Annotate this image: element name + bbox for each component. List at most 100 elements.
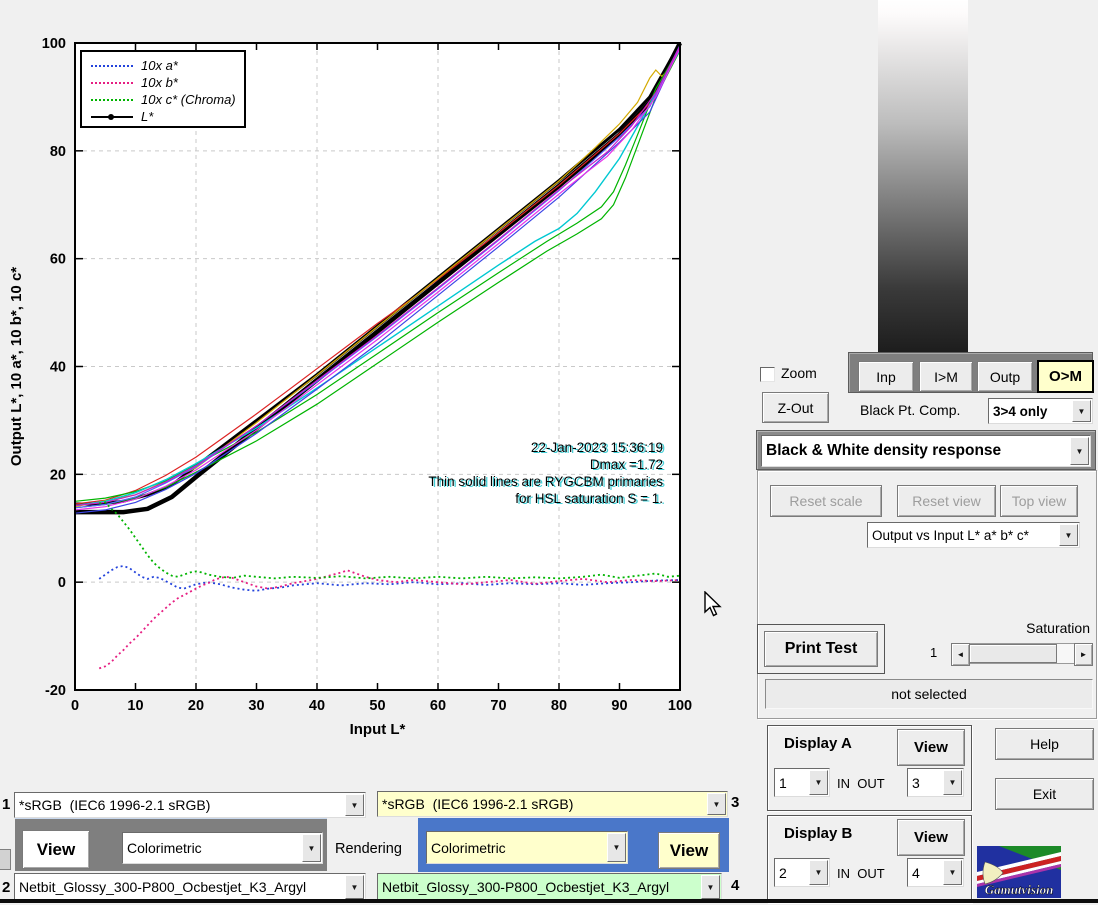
view-1-2-button[interactable]: View (22, 830, 90, 869)
intent-b-dropdown[interactable]: Colorimetric ▼ (426, 831, 628, 864)
profile-4-dropdown[interactable]: Netbit_Glossy_300-P800_Ocbestjet_K3_Argy… (377, 873, 722, 901)
chevron-down-icon[interactable]: ▼ (607, 833, 626, 862)
slot-2-label: 2 (2, 879, 10, 896)
help-button[interactable]: Help (995, 728, 1094, 760)
chart-annotation: 22-Jan-2023 15:36:19 Dmax =1.72 Thin sol… (380, 439, 663, 507)
x-tick-label: 50 (369, 698, 385, 714)
saturation-scrollbar[interactable]: ◄ ► (951, 643, 1093, 664)
black-pt-comp-label: Black Pt. Comp. (860, 402, 960, 418)
legend-label: L* (141, 109, 153, 124)
status-box: not selected (765, 679, 1093, 709)
annotation-note2: for HSL saturation S = 1. (380, 490, 663, 507)
display-a-in-out-label: IN OUT (837, 776, 885, 791)
display-b-in-out-label: IN OUT (837, 866, 885, 881)
view-3-4-button[interactable]: View (658, 832, 720, 869)
bottom-separator (0, 899, 1098, 903)
chevron-down-icon[interactable]: ▼ (943, 860, 962, 885)
profile-3-dropdown[interactable]: *sRGB (IEC6 1996-2.1 sRGB) ▼ (377, 791, 728, 817)
scrollbar-left-arrow-icon[interactable]: ◄ (951, 643, 970, 666)
x-tick-label: 100 (668, 698, 692, 714)
gamutvision-window: 0102030405060708090100-20020406080100Inp… (0, 0, 1098, 905)
plot-type-dropdown[interactable]: Output vs Input L* a* b* c* ▼ (867, 522, 1080, 548)
y-tick-label: -20 (45, 683, 66, 699)
y-tick-label: 60 (50, 252, 66, 268)
x-tick-label: 10 (127, 698, 143, 714)
mode-dropdown-frame: Black & White density response ▼ (756, 430, 1096, 470)
chevron-down-icon[interactable]: ▼ (707, 793, 726, 815)
annotation-date: 22-Jan-2023 15:36:19 (380, 439, 663, 456)
outp-button[interactable]: Outp (977, 361, 1033, 392)
slot-4-label: 4 (731, 877, 739, 894)
mouse-cursor (703, 591, 725, 619)
slot-3-label: 3 (731, 794, 739, 811)
logo-text: Gamutvision (985, 882, 1054, 897)
display-a-out-dropdown[interactable]: 3 ▼ (907, 768, 964, 797)
black-pt-comp-dropdown[interactable]: 3>4 only ▼ (988, 398, 1093, 424)
x-tick-label: 70 (490, 698, 506, 714)
display-b-title: Display B (784, 825, 852, 842)
zoom-checkbox[interactable] (760, 367, 775, 382)
chevron-down-icon[interactable]: ▼ (1072, 400, 1091, 422)
mode-dropdown[interactable]: Black & White density response ▼ (761, 435, 1091, 467)
saturation-value: 1 (930, 645, 937, 660)
zoom-checkbox-label: Zoom (781, 365, 817, 381)
x-tick-label: 60 (430, 698, 446, 714)
exit-button[interactable]: Exit (995, 778, 1094, 810)
o-to-m-button[interactable]: O>M (1037, 360, 1094, 393)
chevron-down-icon[interactable]: ▼ (943, 770, 962, 795)
profile-1-dropdown[interactable]: *sRGB (IEC6 1996-2.1 sRGB) ▼ (14, 792, 366, 818)
chart-legend: 10x a* 10x b* 10x c* (Chroma) L* (80, 50, 246, 128)
profile-2-dropdown[interactable]: Netbit_Glossy_300-P800_Ocbestjet_K3_Argy… (14, 873, 366, 901)
rendering-label: Rendering (335, 841, 402, 857)
legend-swatch (91, 116, 133, 118)
io-button-frame: Inp I>M Outp O>M (848, 352, 1093, 393)
display-a-title: Display A (784, 735, 852, 752)
chevron-down-icon[interactable]: ▼ (345, 875, 364, 899)
reset-scale-button[interactable]: Reset scale (770, 485, 882, 517)
chevron-down-icon[interactable]: ▼ (345, 794, 364, 816)
legend-label: 10x c* (Chroma) (141, 92, 236, 107)
x-tick-label: 90 (611, 698, 627, 714)
legend-item: L* (91, 108, 244, 125)
display-b-view-button[interactable]: View (897, 819, 965, 856)
intent-a-dropdown[interactable]: Colorimetric ▼ (122, 832, 323, 864)
chevron-down-icon[interactable]: ▼ (809, 860, 828, 885)
chevron-down-icon[interactable]: ▼ (1059, 524, 1078, 546)
grayscale-gradient-strip (878, 0, 968, 352)
slot-1-label: 1 (2, 796, 10, 813)
inp-button[interactable]: Inp (858, 361, 914, 392)
z-out-button[interactable]: Z-Out (762, 392, 829, 423)
x-tick-label: 80 (551, 698, 567, 714)
scrollbar-right-arrow-icon[interactable]: ► (1074, 643, 1093, 666)
gamutvision-logo: Gamutvision (977, 846, 1061, 898)
display-a-in-dropdown[interactable]: 1 ▼ (774, 768, 830, 797)
print-test-button[interactable]: Print Test (764, 631, 878, 667)
display-b-out-dropdown[interactable]: 4 ▼ (907, 858, 964, 887)
chevron-down-icon[interactable]: ▼ (1070, 437, 1089, 465)
chevron-down-icon[interactable]: ▼ (809, 770, 828, 795)
legend-item: 10x a* (91, 57, 244, 74)
i-to-m-button[interactable]: I>M (919, 361, 973, 392)
display-b-in-dropdown[interactable]: 2 ▼ (774, 858, 830, 887)
y-tick-label: 80 (50, 144, 66, 160)
legend-label: 10x a* (141, 58, 178, 73)
edge-stub-box (0, 849, 11, 870)
y-axis-label: Output L*, 10 a*, 10 b*, 10 c* (8, 267, 25, 466)
scrollbar-thumb[interactable] (969, 644, 1057, 663)
chevron-down-icon[interactable]: ▼ (302, 834, 321, 862)
display-a-view-button[interactable]: View (897, 729, 965, 766)
legend-label: 10x b* (141, 75, 178, 90)
top-view-button[interactable]: Top view (1000, 485, 1078, 517)
x-tick-label: 30 (248, 698, 264, 714)
x-tick-label: 20 (188, 698, 204, 714)
y-tick-label: 100 (42, 36, 66, 52)
y-tick-label: 20 (50, 467, 66, 483)
chevron-down-icon[interactable]: ▼ (701, 875, 720, 899)
legend-item: 10x b* (91, 74, 244, 91)
reset-view-button[interactable]: Reset view (897, 485, 996, 517)
saturation-label: Saturation (990, 620, 1090, 636)
x-tick-label: 40 (309, 698, 325, 714)
legend-item: 10x c* (Chroma) (91, 91, 244, 108)
legend-swatch (91, 82, 133, 84)
annotation-dmax: Dmax =1.72 (380, 456, 663, 473)
